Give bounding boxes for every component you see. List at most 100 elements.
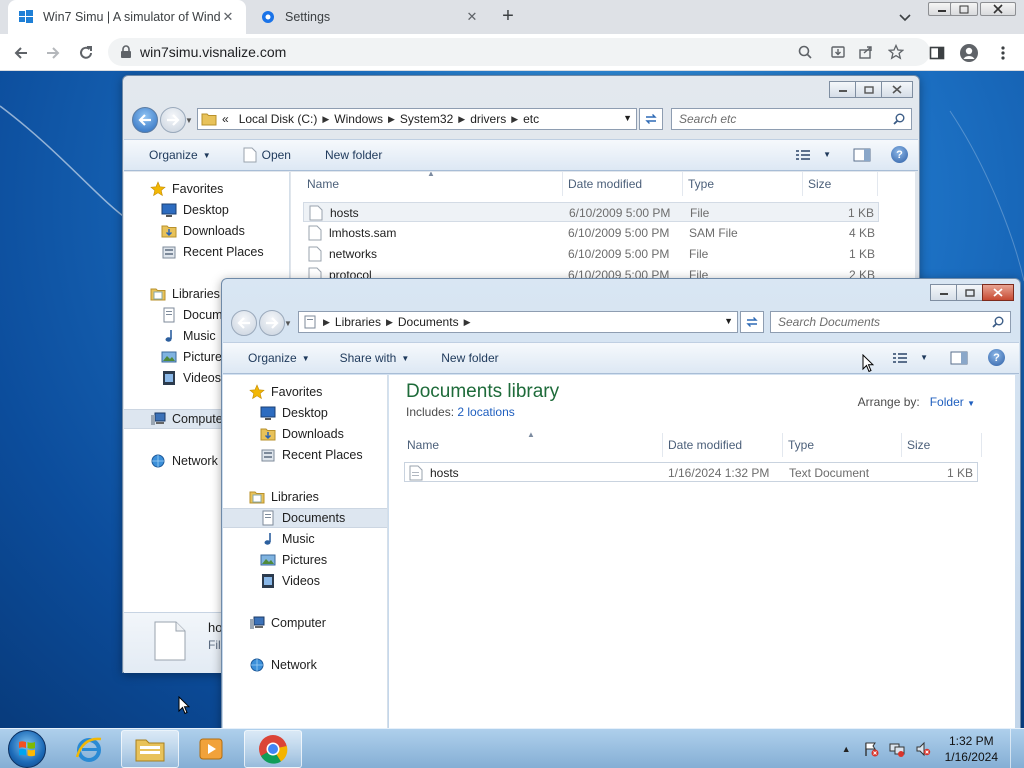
view-options-caret-icon[interactable]: ▼ [920,353,928,362]
organize-menu[interactable]: Organize ▼ [237,351,321,365]
column-name[interactable]: Name [401,433,663,457]
breadcrumb-libraries[interactable]: Libraries [330,315,386,329]
search-input[interactable]: Search etc [671,108,912,130]
nav-desktop[interactable]: Desktop [223,403,387,423]
breadcrumb-drivers[interactable]: drivers [465,112,511,126]
organize-menu[interactable]: Organize ▼ [138,148,222,162]
nav-desktop[interactable]: Desktop [124,200,289,220]
search-icon[interactable] [798,45,812,59]
help-icon[interactable]: ? [988,349,1005,366]
open-button[interactable]: Open [232,147,302,163]
breadcrumb-etc[interactable]: etc [518,112,544,126]
breadcrumb-windows[interactable]: Windows [329,112,388,126]
nav-favorites[interactable]: Favorites [124,179,289,199]
reload-button[interactable] [75,42,97,64]
network-status-icon[interactable] [889,741,905,757]
minimize-button[interactable] [829,81,856,98]
share-with-menu[interactable]: Share with ▼ [329,351,421,365]
column-size[interactable]: Size [802,172,878,196]
search-input[interactable]: Search Documents [770,311,1011,333]
install-app-icon[interactable] [830,44,846,60]
maximize-button[interactable] [855,81,882,98]
view-options-caret-icon[interactable]: ▼ [823,150,831,159]
breadcrumb-chevron-icon[interactable]: ▶ [388,114,395,125]
address-history-chevron-icon[interactable]: ▼ [623,113,632,123]
forward-button[interactable] [42,42,64,64]
tab-close-icon[interactable]: ✕ [220,9,236,25]
taskbar-internet-explorer[interactable] [60,730,118,768]
nav-network[interactable]: Network [223,655,387,675]
breadcrumb-chevron-icon[interactable]: ▶ [386,317,393,328]
tab-search-chevron-icon[interactable] [896,8,914,26]
browser-menu-button[interactable] [992,42,1014,64]
action-center-flag-icon[interactable] [863,741,879,757]
taskbar-media-player[interactable] [182,730,240,768]
file-row-networks[interactable]: networks 6/10/2009 5:00 PM File 1 KB [303,244,879,264]
forward-button[interactable] [259,310,285,336]
column-type[interactable]: Type [682,172,803,196]
close-button[interactable] [982,284,1014,301]
includes-locations-link[interactable]: 2 locations [457,405,514,419]
taskbar-chrome[interactable] [244,730,302,768]
file-row-hosts[interactable]: hosts 1/16/2024 1:32 PM Text Document 1 … [404,462,978,482]
preview-pane-icon[interactable] [853,148,871,162]
breadcrumb-documents[interactable]: Documents [393,315,464,329]
file-row-lmhosts[interactable]: lmhosts.sam 6/10/2009 5:00 PM SAM File 4… [303,223,879,243]
forward-button[interactable] [160,107,186,133]
breadcrumb-chevron-icon[interactable]: ▶ [323,317,330,328]
share-icon[interactable] [858,44,874,60]
breadcrumb[interactable]: ▶ Libraries ▶ Documents ▶ ▼ [298,311,738,333]
column-type[interactable]: Type [782,433,902,457]
taskbar-windows-explorer[interactable] [121,730,179,768]
desktop[interactable]: ▼ « Local Disk (C:) ▶ Windows ▶ System32 ▶ … [0,71,1024,728]
tab-close-icon[interactable]: ✕ [464,9,480,25]
new-tab-button[interactable]: + [498,6,518,27]
breadcrumb-chevron-icon[interactable]: ▶ [464,317,471,328]
address-history-chevron-icon[interactable]: ▼ [724,316,733,326]
nav-documents[interactable]: Documents [223,508,387,528]
breadcrumb-local-disk[interactable]: Local Disk (C:) [234,112,323,126]
breadcrumb[interactable]: « Local Disk (C:) ▶ Windows ▶ System32 ▶ dr… [197,108,637,130]
new-folder-button[interactable]: New folder [430,351,509,365]
nav-downloads[interactable]: Downloads [223,424,387,444]
explorer-window-documents[interactable]: ▼ ▶ Libraries ▶ Documents ▶ ▼ Search Docum… [221,278,1021,728]
restore-browser-button[interactable] [950,2,978,16]
nav-downloads[interactable]: Downloads [124,221,289,241]
browser-tab-settings[interactable]: Settings ✕ [250,0,490,34]
back-button[interactable] [231,310,257,336]
view-list-icon[interactable] [795,149,811,161]
recent-pages-chevron-icon[interactable]: ▼ [185,116,193,125]
nav-music[interactable]: Music [223,529,387,549]
nav-pictures[interactable]: Pictures [223,550,387,570]
maximize-button[interactable] [956,284,983,301]
nav-recent-places[interactable]: Recent Places [124,242,289,262]
address-bar[interactable]: win7simu.visnalize.com [108,38,930,66]
column-date-modified[interactable]: Date modified [662,433,783,457]
nav-computer[interactable]: Computer [223,613,387,633]
breadcrumb-chevron-icon[interactable]: ▶ [511,114,518,125]
column-size[interactable]: Size [901,433,982,457]
back-button[interactable] [10,42,32,64]
breadcrumb-chevron-icon[interactable]: ▶ [322,114,329,125]
preview-pane-icon[interactable] [950,351,968,365]
browser-tab-win7simu[interactable]: Win7 Simu | A simulator of Windows 7 ✕ [8,0,246,34]
recent-pages-chevron-icon[interactable]: ▼ [284,319,292,328]
help-icon[interactable]: ? [891,146,908,163]
breadcrumb-system32[interactable]: System32 [395,112,458,126]
show-desktop-button[interactable] [1010,729,1024,768]
profile-button[interactable] [958,42,980,64]
file-row-hosts[interactable]: hosts 6/10/2009 5:00 PM File 1 KB [303,202,879,222]
breadcrumb-chevron-icon[interactable]: ▶ [458,114,465,125]
column-date-modified[interactable]: Date modified [562,172,683,196]
show-hidden-icons-chevron-icon[interactable]: ▲ [842,744,851,754]
volume-muted-icon[interactable] [915,741,931,757]
close-button[interactable] [881,81,913,98]
nav-recent-places[interactable]: Recent Places [223,445,387,465]
minimize-button[interactable] [930,284,957,301]
side-panel-button[interactable] [926,42,948,64]
refresh-button[interactable] [740,311,764,333]
nav-videos[interactable]: Videos [223,571,387,591]
start-button[interactable] [8,730,46,768]
view-list-icon[interactable] [892,352,908,364]
refresh-button[interactable] [639,108,663,130]
